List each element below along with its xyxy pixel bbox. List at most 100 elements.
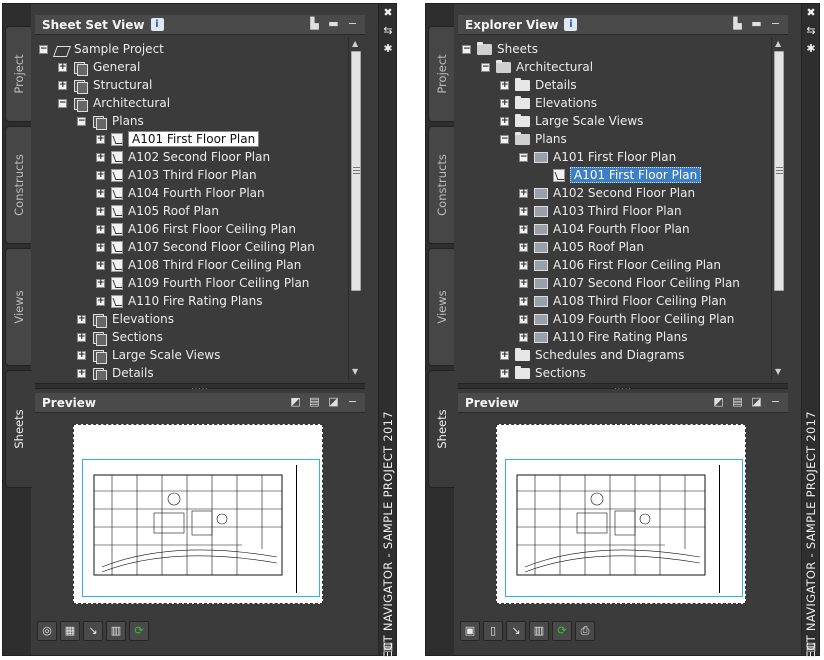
collapse-icon[interactable]: −: [500, 134, 509, 144]
tree-item[interactable]: + A109 Fourth Floor Ceiling Plan: [519, 310, 734, 328]
collapse-icon[interactable]: −: [462, 44, 471, 54]
preview-mode-icon[interactable]: ◩: [712, 396, 725, 408]
tree-item[interactable]: + A104 Fourth Floor Plan: [519, 220, 690, 238]
expand-icon[interactable]: +: [519, 332, 528, 342]
expand-icon[interactable]: +: [519, 206, 528, 216]
tree-item[interactable]: + A103 Third Floor Plan: [96, 166, 257, 184]
tree-item[interactable]: + General: [58, 58, 140, 76]
scroll-thumb[interactable]: [774, 51, 784, 291]
add-view-icon[interactable]: ↘: [506, 621, 526, 641]
scroll-up-icon[interactable]: ▲: [775, 39, 781, 48]
sheet-set-tree[interactable]: − Sample Project + General + Structural − Archi…: [39, 37, 348, 380]
tree-item[interactable]: + Details: [500, 76, 577, 94]
tree-item[interactable]: − Sheets: [462, 40, 538, 58]
info-icon[interactable]: i: [150, 18, 164, 31]
tab-sheets[interactable]: Sheets: [428, 370, 455, 488]
tree-item[interactable]: + Schedules and Diagrams: [500, 346, 684, 364]
folder-icon[interactable]: ▬: [750, 18, 763, 30]
sheet-set-open-icon[interactable]: ▙: [731, 18, 744, 30]
expand-icon[interactable]: +: [519, 260, 528, 270]
tree-item[interactable]: − Sample Project: [39, 40, 164, 58]
scroll-thumb[interactable]: [351, 51, 361, 291]
expand-icon[interactable]: +: [96, 188, 105, 198]
tree-item[interactable]: + A108 Third Floor Ceiling Plan: [519, 292, 726, 310]
collapse-icon[interactable]: −: [39, 44, 48, 54]
expand-icon[interactable]: +: [96, 260, 105, 270]
folder-icon[interactable]: ▬: [327, 18, 340, 30]
tree-item[interactable]: + A105 Roof Plan: [519, 238, 644, 256]
collapse-icon[interactable]: −: [769, 18, 782, 30]
auto-hide-icon[interactable]: ⇆: [802, 24, 820, 38]
tree-item[interactable]: + A106 First Floor Ceiling Plan: [96, 220, 296, 238]
tree-scrollbar[interactable]: ▲ ▼: [771, 37, 786, 380]
sheet-set-open-icon[interactable]: ▙: [308, 18, 321, 30]
add-view-icon[interactable]: ↘: [83, 621, 103, 641]
expand-icon[interactable]: +: [500, 80, 509, 90]
tab-views[interactable]: Views: [428, 248, 454, 366]
tree-item[interactable]: + Details: [77, 364, 154, 380]
add-sheet-icon[interactable]: ▯: [483, 621, 503, 641]
tree-item[interactable]: − A101 First Floor Plan: [519, 148, 676, 166]
expand-icon[interactable]: +: [96, 170, 105, 180]
expand-icon[interactable]: +: [519, 224, 528, 234]
expand-icon[interactable]: +: [519, 296, 528, 306]
palette-title-bar[interactable]: ✖ ⇆ ✱ PROJECT NAVIGATOR - SAMPLE PROJECT…: [378, 4, 397, 660]
tree-item[interactable]: + A107 Second Floor Ceiling Plan: [519, 274, 740, 292]
properties-icon[interactable]: ✱: [802, 42, 820, 56]
sheet-list-icon[interactable]: ▥: [106, 621, 126, 641]
refresh-icon[interactable]: ⟳: [129, 621, 149, 641]
tree-item[interactable]: − Plans: [500, 130, 567, 148]
preview-mode-icon[interactable]: ◩: [289, 396, 302, 408]
tree-item[interactable]: + A110 Fire Rating Plans: [519, 328, 687, 346]
preview-settings-icon[interactable]: ◪: [750, 396, 763, 408]
tab-project[interactable]: Project: [428, 26, 454, 122]
close-icon[interactable]: ✖: [379, 6, 397, 20]
collapse-icon[interactable]: −: [346, 18, 359, 30]
scroll-up-icon[interactable]: ▲: [352, 39, 358, 48]
expand-icon[interactable]: +: [77, 350, 86, 360]
tree-item[interactable]: + A110 Fire Rating Plans: [96, 292, 262, 310]
tree-item[interactable]: + Large Scale Views: [77, 346, 220, 364]
collapse-icon[interactable]: −: [481, 62, 490, 72]
preview-details-icon[interactable]: ▤: [308, 396, 321, 408]
tree-item[interactable]: + Sections: [500, 364, 586, 380]
tab-project[interactable]: Project: [5, 26, 31, 122]
tree-item[interactable]: − Architectural: [481, 58, 593, 76]
tree-item[interactable]: − Plans: [77, 112, 144, 130]
repath-icon[interactable]: ◎: [37, 621, 57, 641]
auto-hide-icon[interactable]: ⇆: [379, 24, 397, 38]
expand-icon[interactable]: +: [58, 80, 67, 90]
scroll-down-icon[interactable]: ▼: [775, 367, 781, 376]
expand-icon[interactable]: +: [77, 332, 86, 342]
tree-item[interactable]: + A102 Second Floor Plan: [519, 184, 695, 202]
collapse-icon[interactable]: −: [769, 396, 782, 408]
tree-item[interactable]: + A104 Fourth Floor Plan: [96, 184, 265, 202]
tree-item[interactable]: + A101 First Floor Plan: [96, 130, 260, 148]
expand-icon[interactable]: +: [96, 134, 105, 144]
explorer-tree[interactable]: − Sheets − Architectural + Details + Elevations…: [462, 37, 771, 380]
expand-icon[interactable]: +: [58, 62, 67, 72]
palette-title-bar[interactable]: ✖ ⇆ ✱ PROJECT NAVIGATOR - SAMPLE PROJECT…: [801, 4, 820, 660]
expand-icon[interactable]: +: [519, 278, 528, 288]
properties-icon[interactable]: ✱: [379, 42, 397, 56]
add-sheet-icon[interactable]: ▦: [60, 621, 80, 641]
expand-icon[interactable]: +: [500, 350, 509, 360]
tree-item[interactable]: + Elevations: [77, 310, 174, 328]
tree-item[interactable]: + A103 Third Floor Plan: [519, 202, 682, 220]
collapse-icon[interactable]: −: [519, 152, 528, 162]
expand-icon[interactable]: +: [500, 98, 509, 108]
publish-icon[interactable]: ⎙: [575, 621, 595, 641]
scroll-down-icon[interactable]: ▼: [352, 367, 358, 376]
close-icon[interactable]: ✖: [802, 6, 820, 20]
panel-splitter[interactable]: .....: [35, 383, 365, 391]
add-folder-icon[interactable]: ▣: [460, 621, 480, 641]
tree-item[interactable]: + A105 Roof Plan: [96, 202, 219, 220]
collapse-icon[interactable]: −: [77, 116, 86, 126]
refresh-icon[interactable]: ⟳: [552, 621, 572, 641]
collapse-icon[interactable]: −: [58, 98, 67, 108]
panel-splitter[interactable]: .....: [458, 383, 788, 391]
expand-icon[interactable]: +: [96, 152, 105, 162]
expand-icon[interactable]: +: [519, 314, 528, 324]
tab-sheets[interactable]: Sheets: [5, 370, 32, 488]
tree-item[interactable]: A101 First Floor Plan: [538, 166, 702, 184]
